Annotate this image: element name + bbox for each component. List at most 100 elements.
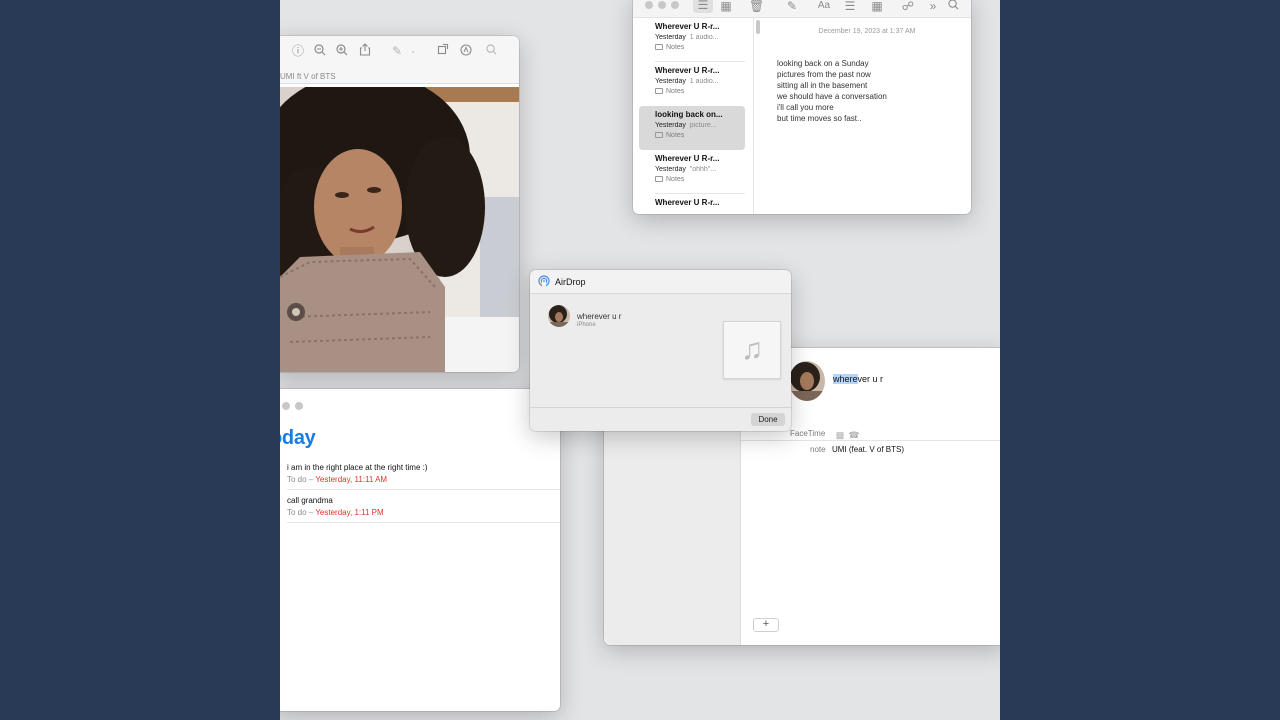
note-timestamp: December 19, 2023 at 1:37 AM bbox=[818, 28, 916, 35]
more-chevron-icon[interactable]: » bbox=[926, 0, 940, 13]
list-divider bbox=[287, 522, 560, 523]
share-icon[interactable] bbox=[358, 43, 372, 59]
list-view-icon[interactable]: ☰ bbox=[693, 0, 713, 13]
close-button[interactable] bbox=[645, 1, 653, 9]
reminder-text: i am in the right place at the right tim… bbox=[287, 463, 428, 472]
minimize-button[interactable] bbox=[282, 402, 290, 410]
note-field-value[interactable]: UMI (feat. V of BTS) bbox=[832, 445, 904, 454]
note-line: but time moves so fast.. bbox=[777, 114, 862, 123]
music-note-icon: ♫ bbox=[723, 321, 781, 379]
note-meta: Yesterday picture... bbox=[655, 122, 745, 129]
note-date: Yesterday bbox=[655, 122, 686, 129]
recipient-avatar[interactable] bbox=[548, 305, 570, 327]
markup-pen-icon[interactable]: ✎ bbox=[390, 44, 404, 58]
note-list-item[interactable]: Wherever U R-r... Yesterday "ohhh"... No… bbox=[639, 150, 745, 194]
note-folder: Notes bbox=[655, 44, 745, 51]
trash-icon[interactable]: 🗑 bbox=[749, 0, 764, 13]
note-title: Wherever U R-r... bbox=[655, 66, 720, 75]
note-date: Yesterday bbox=[655, 34, 686, 41]
checklist-icon[interactable]: ☰ bbox=[843, 0, 857, 13]
note-title: looking back on... bbox=[655, 110, 723, 119]
facetime-label: FaceTime bbox=[790, 429, 826, 438]
search-icon[interactable] bbox=[946, 0, 960, 13]
note-editor[interactable]: December 19, 2023 at 1:37 AM looking bac… bbox=[763, 18, 971, 214]
note-folder-label: Notes bbox=[666, 44, 685, 51]
recipient-name[interactable]: wherever u r bbox=[577, 312, 621, 321]
note-date: Yesterday bbox=[655, 166, 686, 173]
contact-name-rest: ver u r bbox=[857, 374, 884, 384]
note-line: looking back on a Sunday bbox=[777, 59, 869, 68]
collaborate-icon[interactable]: ☍ bbox=[901, 0, 915, 13]
note-meta: Yesterday "ohhh"... bbox=[655, 166, 745, 173]
note-folder-label: Notes bbox=[666, 88, 685, 95]
recipient-device: iPhone bbox=[577, 322, 596, 328]
note-preview: 1 audio... bbox=[689, 78, 719, 85]
notes-list-scrollbar[interactable] bbox=[756, 20, 760, 34]
notes-list: Wherever U R-r... Yesterday 1 audio... N… bbox=[633, 18, 754, 214]
annotate-icon[interactable] bbox=[459, 44, 473, 59]
done-button[interactable]: Done bbox=[751, 413, 785, 426]
note-meta: Yesterday 1 audio... bbox=[655, 34, 745, 41]
note-folder-label: Notes bbox=[666, 176, 685, 183]
reminder-list: To do bbox=[287, 508, 307, 517]
note-body[interactable]: looking back on a Sunday pictures from t… bbox=[777, 58, 957, 124]
note-list-item[interactable]: Wherever U R-r... bbox=[639, 194, 745, 214]
note-line: i'll call you more bbox=[777, 103, 834, 112]
reminders-window: oday i am in the right place at the righ… bbox=[280, 389, 560, 711]
dialog-title: AirDrop bbox=[555, 277, 586, 287]
airdrop-header: AirDrop bbox=[530, 270, 791, 294]
rotate-icon[interactable] bbox=[436, 43, 450, 58]
note-title: Wherever U R-r... bbox=[655, 22, 720, 31]
document-subtitle: UMI ft V of BTS bbox=[280, 72, 336, 81]
note-folder: Notes bbox=[655, 88, 745, 95]
reminder-due-date: Yesterday, 1:11 PM bbox=[315, 508, 384, 517]
note-line: pictures from the past now bbox=[777, 70, 871, 79]
note-preview: picture... bbox=[689, 122, 717, 129]
add-field-button[interactable]: + bbox=[753, 618, 779, 632]
note-line: we should have a conversation bbox=[777, 92, 887, 101]
gallery-view-icon[interactable]: ▦ bbox=[719, 0, 733, 13]
airdrop-icon bbox=[537, 275, 551, 290]
compose-icon[interactable]: ✎ bbox=[785, 0, 799, 13]
contact-avatar[interactable] bbox=[789, 361, 825, 401]
chevron-down-icon[interactable]: ⌄ bbox=[406, 45, 420, 59]
zoom-button[interactable] bbox=[295, 402, 303, 410]
contact-name[interactable]: wherever u r bbox=[833, 374, 883, 384]
note-line: sitting all in the basement bbox=[777, 81, 868, 90]
font-format-icon[interactable]: Aa bbox=[815, 0, 833, 13]
folder-icon bbox=[655, 132, 663, 138]
note-folder: Notes bbox=[655, 176, 745, 183]
zoom-in-icon[interactable] bbox=[335, 44, 349, 59]
note-folder: Notes bbox=[655, 132, 745, 139]
note-meta: Yesterday 1 audio... bbox=[655, 78, 745, 85]
list-divider bbox=[287, 489, 560, 490]
dialog-divider bbox=[530, 407, 791, 408]
reminder-item[interactable]: i am in the right place at the right tim… bbox=[287, 463, 557, 484]
note-list-item[interactable]: Wherever U R-r... Yesterday 1 audio... N… bbox=[639, 18, 745, 62]
zoom-button[interactable] bbox=[671, 1, 679, 9]
minimize-button[interactable] bbox=[658, 1, 666, 9]
reminder-text: call grandma bbox=[287, 496, 333, 505]
search-icon[interactable] bbox=[484, 44, 498, 58]
note-list-item-selected[interactable]: looking back on... Yesterday picture... … bbox=[639, 106, 745, 150]
note-title: Wherever U R-r... bbox=[655, 154, 720, 163]
contact-name-selection: where bbox=[833, 374, 858, 384]
folder-icon bbox=[655, 88, 663, 94]
table-icon[interactable]: ▦ bbox=[870, 0, 884, 13]
folder-icon bbox=[655, 44, 663, 50]
list-title: oday bbox=[280, 427, 316, 449]
note-field-label: note bbox=[810, 445, 826, 454]
note-title: Wherever U R-r... bbox=[655, 198, 720, 207]
note-folder-label: Notes bbox=[666, 132, 685, 139]
airdrop-dialog: AirDrop wherever u r iPhone ♫ Done bbox=[530, 270, 791, 431]
field-divider bbox=[741, 440, 1000, 441]
info-icon[interactable]: ⓘ bbox=[291, 44, 305, 58]
folder-icon bbox=[655, 176, 663, 182]
note-list-item[interactable]: Wherever U R-r... Yesterday 1 audio... N… bbox=[639, 62, 745, 106]
zoom-out-icon[interactable] bbox=[313, 44, 327, 59]
reminder-list: To do bbox=[287, 475, 307, 484]
portrait-photo bbox=[280, 87, 519, 372]
note-preview: 1 audio... bbox=[689, 34, 719, 41]
reminder-item[interactable]: call grandma To do – Yesterday, 1:11 PM bbox=[287, 496, 557, 517]
reminder-due-date: Yesterday, 11:11 AM bbox=[315, 475, 388, 484]
